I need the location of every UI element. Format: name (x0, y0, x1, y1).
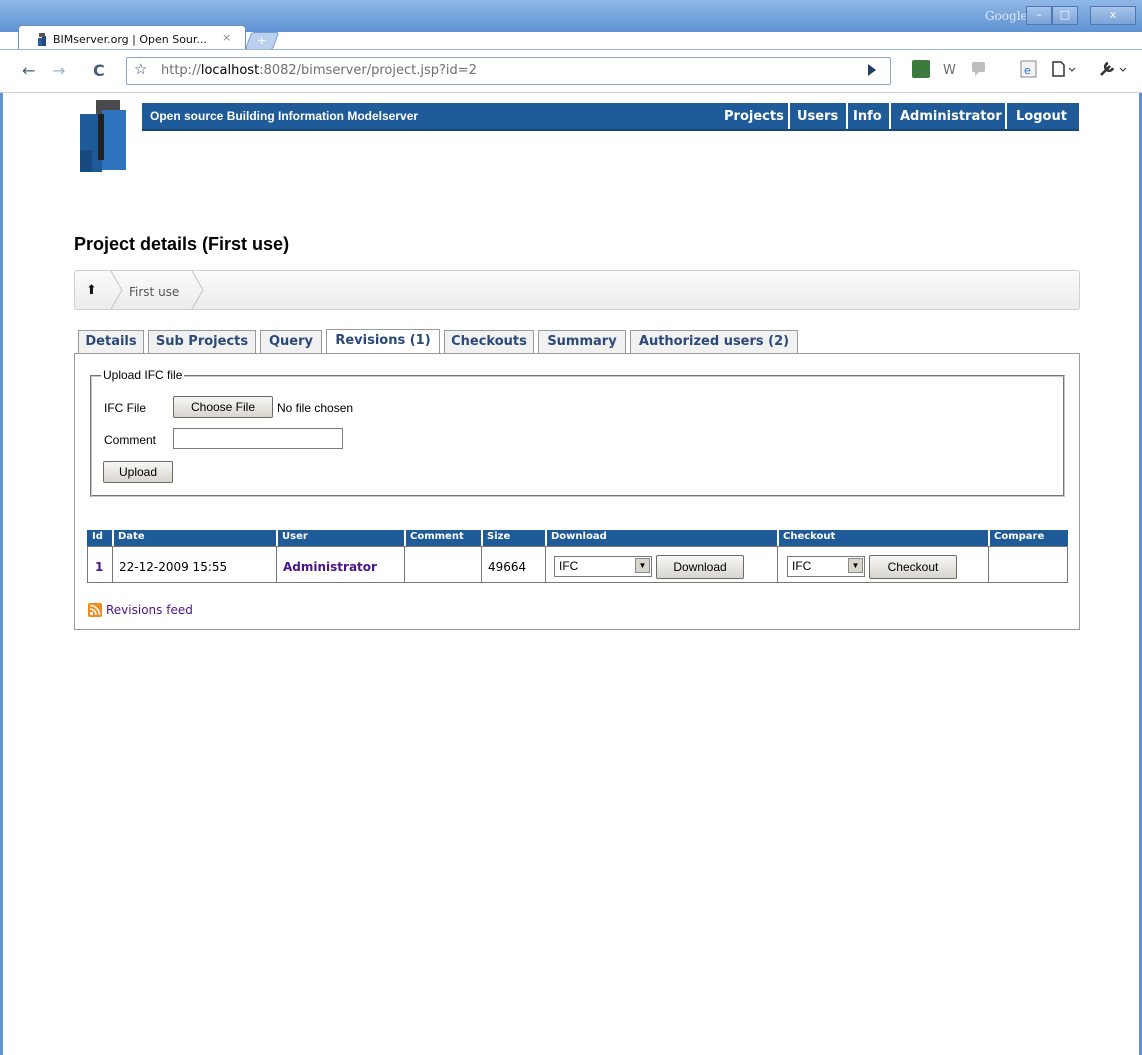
comment-input[interactable] (173, 428, 343, 449)
column-header-date: Date (118, 531, 145, 542)
url-text: http://localhost:8082/bimserver/project.… (161, 63, 477, 78)
bimserver-logo[interactable] (80, 100, 126, 172)
download-format-value: IFC (559, 559, 579, 573)
tab-title: BIMserver.org | Open Sour... (53, 33, 207, 46)
cell-divider (545, 546, 546, 583)
checkout-format-value: IFC (792, 559, 812, 573)
checkout-button[interactable]: Checkout (869, 555, 957, 579)
svg-text:W: W (943, 63, 956, 78)
google-brand: Google (985, 9, 1028, 23)
upload-legend: Upload IFC file (101, 368, 185, 382)
reload-icon[interactable]: C (93, 61, 105, 80)
wrench-menu-icon[interactable] (1098, 60, 1130, 78)
nav-logout[interactable]: Logout (1016, 109, 1067, 124)
comment-bubble-icon[interactable] (970, 60, 988, 78)
plus-icon: + (257, 34, 267, 47)
back-arrow-icon[interactable]: ← (22, 61, 35, 80)
comment-label: Comment (104, 433, 157, 447)
go-arrow-icon[interactable] (868, 64, 876, 76)
forward-arrow-icon[interactable]: → (52, 61, 65, 80)
minimize-button[interactable]: – (1026, 6, 1052, 25)
breadcrumb-current[interactable]: First use (129, 285, 179, 299)
nav-divider (1005, 103, 1007, 129)
download-button[interactable]: Download (656, 555, 744, 579)
site-title: Open source Building Information Modelse… (150, 109, 419, 123)
cell-divider (481, 546, 482, 583)
tab-checkouts[interactable]: Checkouts (444, 330, 534, 353)
nav-projects[interactable]: Projects (724, 109, 784, 124)
ie-tab-icon[interactable]: e (1020, 60, 1038, 78)
header-divider (777, 530, 779, 546)
window-left-border (0, 93, 3, 1055)
header-divider (545, 530, 547, 546)
nav-divider (846, 103, 848, 129)
nav-info[interactable]: Info (853, 109, 882, 124)
column-header-user: User (282, 531, 308, 542)
checkout-format-select[interactable]: IFC ▼ (787, 556, 865, 577)
no-file-chosen-text: No file chosen (277, 401, 354, 415)
tab-summary[interactable]: Summary (538, 330, 626, 353)
nav-administrator[interactable]: Administrator (900, 109, 1002, 124)
bookmark-star-icon[interactable]: ☆ (134, 60, 147, 78)
cell-divider (112, 546, 113, 583)
revision-date: 22-12-2009 15:55 (119, 560, 228, 574)
bimserver-favicon-icon (38, 33, 46, 46)
rss-feed-icon[interactable] (88, 603, 102, 617)
tab-details[interactable]: Details (78, 330, 144, 353)
nav-divider (788, 103, 790, 129)
header-divider (112, 530, 114, 546)
maximize-button[interactable]: □ (1052, 6, 1078, 25)
close-window-button[interactable]: x (1090, 6, 1136, 25)
new-tab-button[interactable]: + (244, 32, 280, 50)
column-header-download: Download (551, 531, 607, 542)
column-header-checkout: Checkout (783, 531, 836, 542)
page-menu-icon[interactable] (1050, 60, 1078, 78)
chevron-down-icon: ▼ (635, 558, 650, 573)
page-title: Project details (First use) (74, 234, 290, 254)
breadcrumb-separator-icon (110, 271, 123, 309)
upload-button[interactable]: Upload (103, 461, 173, 483)
svg-text:e: e (1024, 64, 1031, 77)
header-divider (481, 530, 483, 546)
close-tab-icon[interactable]: × (222, 31, 231, 44)
home-icon[interactable]: ⬆ (86, 283, 97, 298)
tab-query[interactable]: Query (260, 330, 322, 353)
cell-divider (404, 546, 405, 583)
tab-revisions[interactable]: Revisions (1) (326, 329, 440, 354)
header-divider (404, 530, 406, 546)
translate-extension-icon[interactable] (912, 60, 930, 78)
breadcrumb (74, 270, 1080, 310)
column-header-id: Id (92, 531, 103, 542)
revision-size: 49664 (488, 560, 527, 574)
breadcrumb-separator-icon (191, 271, 204, 309)
chevron-down-icon: ▼ (848, 558, 863, 573)
column-header-compare: Compare (994, 531, 1045, 542)
cell-divider (276, 546, 277, 583)
nav-divider (889, 103, 891, 129)
choose-file-button[interactable]: Choose File (173, 396, 273, 418)
download-format-select[interactable]: IFC ▼ (554, 556, 652, 577)
column-header-comment: Comment (410, 531, 464, 542)
cell-divider (777, 546, 778, 583)
header-divider (988, 530, 990, 546)
w3c-validator-icon[interactable]: W (942, 60, 960, 78)
revision-user-link[interactable]: Administrator (283, 560, 377, 574)
revisions-feed-link[interactable]: Revisions feed (106, 603, 193, 617)
revision-id-link[interactable]: 1 (95, 560, 103, 574)
cell-divider (988, 546, 989, 583)
tab-sub-projects[interactable]: Sub Projects (148, 330, 256, 353)
tab-authorized-users[interactable]: Authorized users (2) (630, 330, 798, 353)
column-header-size: Size (487, 531, 511, 542)
nav-users[interactable]: Users (797, 109, 838, 124)
header-divider (276, 530, 278, 546)
ifc-file-label: IFC File (104, 401, 146, 415)
